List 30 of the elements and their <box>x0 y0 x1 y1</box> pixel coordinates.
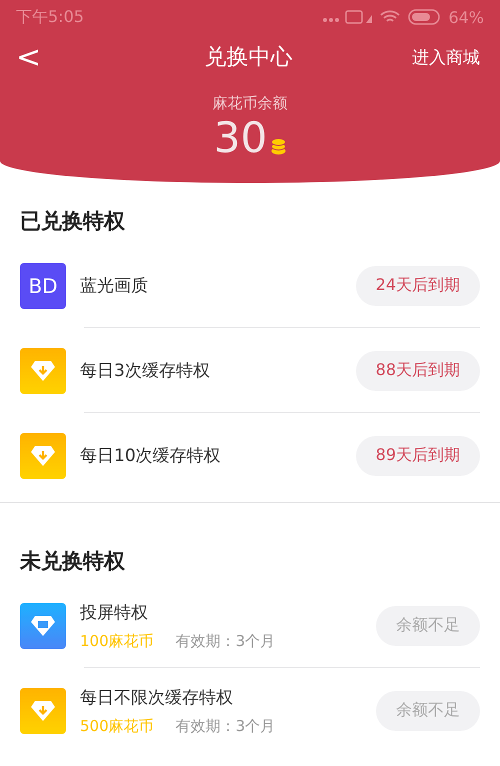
validity-text: 有效期：3个月 <box>176 716 276 736</box>
privilege-name: 蓝光画质 <box>80 275 149 298</box>
signal-icon <box>322 10 372 24</box>
coins-icon <box>271 138 286 156</box>
privilege-name: 投屏特权 <box>80 602 149 624</box>
battery-icon <box>408 9 440 25</box>
privilege-price: 500麻花币 <box>80 716 154 736</box>
page-title: 兑换中心 <box>204 44 293 72</box>
validity-text: 有效期：3个月 <box>176 632 276 651</box>
screen-icon <box>20 602 66 649</box>
download-icon <box>20 688 66 734</box>
wifi-icon <box>380 10 400 24</box>
battery-percent: 64% <box>448 8 484 26</box>
store-link[interactable]: 进入商城 <box>412 46 480 68</box>
bd-icon: BD <box>20 262 66 309</box>
expiry-button[interactable]: 24天后到期 <box>356 266 480 306</box>
privilege-name: 每日10次缓存特权 <box>80 445 222 468</box>
privilege-price: 100麻花币 <box>80 632 154 651</box>
privilege-name: 每日3次缓存特权 <box>80 360 211 382</box>
download-icon <box>20 432 66 479</box>
privilege-name: 每日不限次缓存特权 <box>80 686 234 709</box>
balance-amount: 30 <box>214 115 268 162</box>
section-title: 未兑换特权 <box>18 548 126 576</box>
status-time: 下午5:05 <box>16 6 84 28</box>
balance-label: 麻花币余额 <box>212 94 288 113</box>
section-title: 已兑换特权 <box>19 208 126 236</box>
expiry-button[interactable]: 89天后到期 <box>356 436 480 476</box>
download-icon <box>20 348 66 394</box>
back-button[interactable]: < <box>12 40 46 74</box>
expiry-button[interactable]: 88天后到期 <box>356 350 480 391</box>
